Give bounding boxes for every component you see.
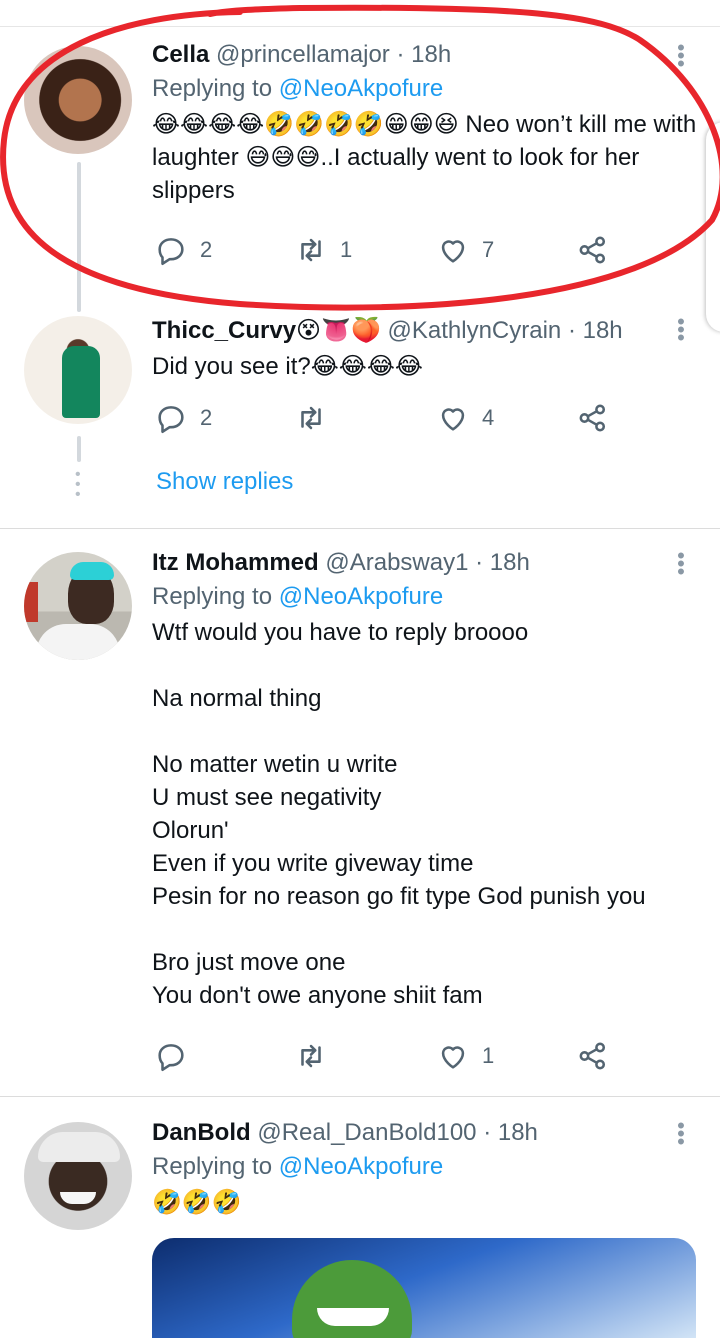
- replying-to-label: Replying to: [152, 1153, 273, 1180]
- avatar-background: [24, 582, 38, 622]
- replying-to-label: Replying to: [152, 583, 273, 610]
- avatar-shirt: [36, 624, 120, 660]
- retweet-icon: [301, 238, 321, 262]
- heart-icon: [441, 1046, 465, 1069]
- like-count: 4: [482, 405, 495, 430]
- avatar[interactable]: [24, 552, 132, 660]
- reply-count: 2: [200, 237, 213, 262]
- reply-icon: [158, 238, 184, 266]
- reply-mention-link[interactable]: @NeoAkpofure: [279, 1153, 443, 1180]
- tweet-header: Itz Mohammed @Arabsway1 · 18h: [152, 548, 700, 578]
- author-handle[interactable]: @Arabsway1: [325, 549, 468, 576]
- reply-count: 2: [200, 405, 213, 430]
- more-options-icon[interactable]: • • •: [676, 311, 686, 349]
- share-icon: [579, 404, 606, 432]
- tweet-actions: 2 1 7: [152, 230, 632, 270]
- tweet-media-image[interactable]: [152, 1238, 696, 1338]
- author-handle[interactable]: @princellamajor: [216, 41, 390, 68]
- share-button[interactable]: [576, 398, 610, 438]
- thread-dots: • • •: [75, 466, 81, 503]
- retweet-button[interactable]: [294, 1036, 340, 1076]
- avatar-hair: [70, 562, 114, 580]
- divider: [0, 1096, 720, 1097]
- author-name[interactable]: Cella: [152, 41, 209, 68]
- like-button[interactable]: 4: [436, 398, 494, 438]
- share-icon: [579, 236, 606, 264]
- replying-to-label: Replying to: [152, 75, 273, 102]
- heart-icon: [441, 240, 465, 263]
- reply-mention-link[interactable]: @NeoAkpofure: [279, 75, 443, 102]
- author-name[interactable]: Thicc_Curvy😵👅🍑: [152, 317, 381, 344]
- replying-to: Replying to @NeoAkpofure: [152, 582, 700, 612]
- reply-button[interactable]: [154, 1036, 200, 1076]
- timestamp: · 18h: [396, 41, 452, 68]
- thread-line: [77, 162, 81, 312]
- show-replies-link[interactable]: Show replies: [156, 468, 293, 496]
- more-options-icon[interactable]: • • •: [676, 545, 686, 583]
- more-options-icon[interactable]: • • •: [676, 1115, 686, 1153]
- tweet-text: Did you see it?😂😂😂😂: [152, 353, 423, 380]
- media-frog-mouth: [317, 1308, 389, 1326]
- tweet-actions: 1: [152, 1036, 632, 1076]
- heart-icon: [441, 408, 465, 431]
- retweet-button[interactable]: 1: [294, 230, 352, 270]
- retweet-count: 1: [340, 237, 353, 262]
- tweet-header: Cella @princellamajor · 18h: [152, 40, 700, 70]
- replying-to: Replying to @NeoAkpofure: [152, 74, 700, 104]
- replying-to: Replying to @NeoAkpofure: [152, 1152, 700, 1182]
- divider: [0, 528, 720, 529]
- tweet-text: Wtf would you have to reply broooo Na no…: [152, 619, 646, 1009]
- avatar-cap: [38, 1132, 120, 1162]
- author-name[interactable]: Itz Mohammed: [152, 549, 319, 576]
- avatar[interactable]: [24, 316, 132, 424]
- avatar-figure: [62, 346, 100, 418]
- share-button[interactable]: [576, 1036, 610, 1076]
- tweet-text: 🤣🤣🤣: [152, 1189, 242, 1216]
- top-divider: [0, 26, 720, 27]
- timestamp: · 18h: [475, 549, 530, 576]
- tweet-text: 😂😂😂😂🤣🤣🤣🤣😁😁😆 Neo won’t kill me with laugh…: [152, 111, 697, 204]
- retweet-icon: [301, 406, 321, 430]
- avatar-smile: [60, 1192, 96, 1204]
- author-handle[interactable]: @KathlynCyrain: [388, 317, 562, 344]
- tweet-header: DanBold @Real_DanBold100 · 18h: [152, 1118, 700, 1148]
- scroll-handle[interactable]: [706, 122, 720, 332]
- author-handle[interactable]: @Real_DanBold100: [257, 1119, 476, 1146]
- media-frog: [292, 1260, 412, 1338]
- reply-icon: [158, 406, 184, 434]
- like-count: 7: [482, 237, 495, 262]
- reply-icon: [158, 1044, 184, 1072]
- tweet-header: Thicc_Curvy😵👅🍑 @KathlynCyrain · 18h: [152, 316, 700, 346]
- like-button[interactable]: 7: [436, 230, 494, 270]
- reply-button[interactable]: 2: [154, 230, 212, 270]
- timestamp: · 18h: [567, 317, 623, 344]
- reply-mention-link[interactable]: @NeoAkpofure: [279, 583, 443, 610]
- share-icon: [579, 1042, 606, 1070]
- reply-button[interactable]: 2: [154, 398, 212, 438]
- avatar[interactable]: [24, 46, 132, 154]
- avatar[interactable]: [24, 1122, 132, 1230]
- retweet-button[interactable]: [294, 398, 340, 438]
- timestamp: · 18h: [483, 1119, 538, 1146]
- like-count: 1: [482, 1043, 495, 1068]
- thread-line: [77, 436, 81, 462]
- retweet-icon: [301, 1044, 321, 1068]
- share-button[interactable]: [576, 230, 610, 270]
- like-button[interactable]: 1: [436, 1036, 494, 1076]
- tweet-actions: 2 4: [152, 398, 632, 438]
- author-name[interactable]: DanBold: [152, 1119, 251, 1146]
- more-options-icon[interactable]: • • •: [676, 37, 686, 75]
